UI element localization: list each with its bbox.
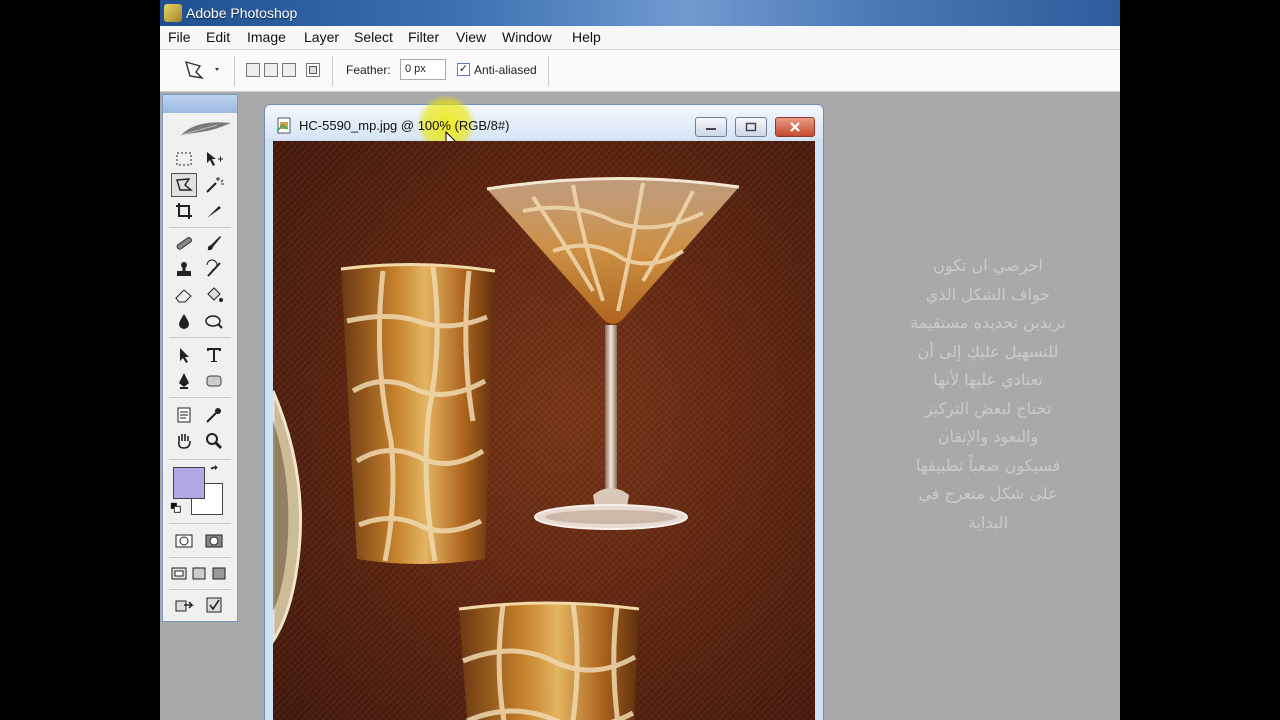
hand-tool-icon[interactable] (171, 429, 197, 453)
default-colors-icon[interactable] (169, 501, 183, 515)
window-title: Adobe Photoshop (186, 5, 298, 21)
new-selection-button[interactable] (246, 63, 260, 77)
divider (169, 557, 231, 558)
feather-label: Feather: (346, 63, 391, 77)
document-window: HC-5590_mp.jpg @ 100% (RGB/8#) (264, 95, 824, 720)
image-canvas[interactable] (273, 141, 815, 720)
document-title-bar[interactable]: HC-5590_mp.jpg @ 100% (RGB/8#) (265, 95, 823, 153)
jump-to-imageready-icon[interactable] (171, 593, 197, 617)
menu-select[interactable]: Select (354, 29, 393, 45)
brush-tool-icon[interactable] (201, 231, 227, 255)
note-line: حواف الشكل الذي (925, 284, 1051, 304)
notes-tool-icon[interactable] (171, 403, 197, 427)
close-button[interactable] (775, 117, 815, 137)
subtract-from-selection-button[interactable] (282, 63, 296, 77)
tool-preset-picker[interactable] (182, 58, 222, 82)
toolbox-header[interactable] (163, 95, 237, 113)
maximize-button[interactable] (735, 117, 767, 137)
note-line: تحتاج لبعض التركيز (924, 398, 1052, 418)
feather-logo-icon (180, 122, 231, 136)
note-line: تريدين تحديده مستقيمة (910, 313, 1066, 332)
polygonal-lasso-tool-icon[interactable] (171, 173, 197, 197)
history-brush-tool-icon[interactable] (201, 257, 227, 281)
standard-mode-icon[interactable] (171, 529, 197, 553)
close-icon (790, 122, 800, 132)
dodge-tool-icon[interactable] (201, 309, 227, 333)
photoshop-app: Adobe Photoshop File Edit Image Layer Se… (160, 0, 1120, 720)
add-to-selection-button[interactable] (264, 63, 278, 77)
note-line: البداية (967, 512, 1009, 532)
separator (548, 56, 549, 86)
glassware-photo (273, 177, 740, 720)
menu-filter[interactable]: Filter (408, 29, 439, 45)
blur-tool-icon[interactable] (171, 309, 197, 333)
divider (169, 397, 231, 398)
menu-image[interactable]: Image (247, 29, 286, 45)
menu-edit[interactable]: Edit (206, 29, 230, 45)
antialiased-checkbox[interactable]: ✓ (457, 63, 470, 76)
note-line: فسيكون صعباً تطبيقها (915, 455, 1061, 475)
full-screen-menu-mode-icon[interactable] (189, 561, 209, 585)
menu-help[interactable]: Help (572, 29, 601, 45)
slice-tool-icon[interactable] (201, 199, 227, 223)
pen-tool-icon[interactable] (171, 369, 197, 393)
path-selection-tool-icon[interactable] (171, 343, 197, 367)
divider (169, 523, 231, 524)
note-line: والتعود والإتقان (937, 427, 1039, 446)
move-tool-icon[interactable] (201, 147, 227, 171)
separator (332, 56, 333, 86)
menu-window[interactable]: Window (502, 29, 552, 45)
document-title: HC-5590_mp.jpg @ 100% (RGB/8#) (299, 118, 510, 133)
clone-stamp-tool-icon[interactable] (171, 257, 197, 281)
intersect-selection-button[interactable] (306, 63, 320, 77)
minimize-button[interactable] (695, 117, 727, 137)
foreground-color-swatch[interactable] (173, 467, 205, 499)
menu-view[interactable]: View (456, 29, 486, 45)
magic-wand-tool-icon[interactable] (201, 173, 227, 197)
feather-input[interactable]: 0 px (400, 59, 446, 80)
minimize-icon (706, 128, 716, 130)
photoshop-icon (164, 4, 182, 22)
divider (169, 589, 231, 590)
note-line: تعتادي عليها لأنها (933, 370, 1043, 389)
standard-screen-mode-icon[interactable] (169, 561, 189, 585)
swap-colors-icon[interactable] (207, 463, 223, 479)
restore-icon (745, 122, 757, 132)
edit-in-imageready-icon[interactable] (201, 593, 227, 617)
marquee-tool-icon[interactable] (171, 147, 197, 171)
instruction-note: احرصي ان تكون حواف الشكل الذي تريدين تحد… (896, 252, 1080, 537)
note-line: للتسهيل عليكِ إلى أن (917, 341, 1059, 361)
healing-brush-tool-icon[interactable] (171, 231, 197, 255)
shape-tool-icon[interactable] (201, 369, 227, 393)
note-line: احرصي ان تكون (933, 256, 1043, 275)
image-file-icon (276, 117, 291, 134)
zoom-tool-icon[interactable] (201, 429, 227, 453)
separator (234, 56, 235, 86)
title-bar: Adobe Photoshop (160, 0, 1120, 26)
menu-bar: File Edit Image Layer Select Filter View… (160, 26, 1120, 50)
divider (169, 227, 231, 228)
menu-file[interactable]: File (168, 29, 191, 45)
full-screen-mode-icon[interactable] (209, 561, 229, 585)
antialiased-label: Anti-aliased (474, 63, 537, 77)
paint-bucket-tool-icon[interactable] (201, 283, 227, 307)
menu-layer[interactable]: Layer (304, 29, 339, 45)
divider (169, 337, 231, 338)
polygonal-lasso-icon (184, 60, 219, 80)
type-tool-icon[interactable] (201, 343, 227, 367)
crop-tool-icon[interactable] (171, 199, 197, 223)
quick-mask-mode-icon[interactable] (201, 529, 227, 553)
eraser-tool-icon[interactable] (171, 283, 197, 307)
options-bar: Feather: 0 px ✓ Anti-aliased (160, 50, 1120, 92)
divider (169, 459, 231, 460)
note-line: على شكل متعرج في (918, 484, 1058, 503)
eyedropper-tool-icon[interactable] (201, 403, 227, 427)
toolbox (162, 94, 238, 622)
